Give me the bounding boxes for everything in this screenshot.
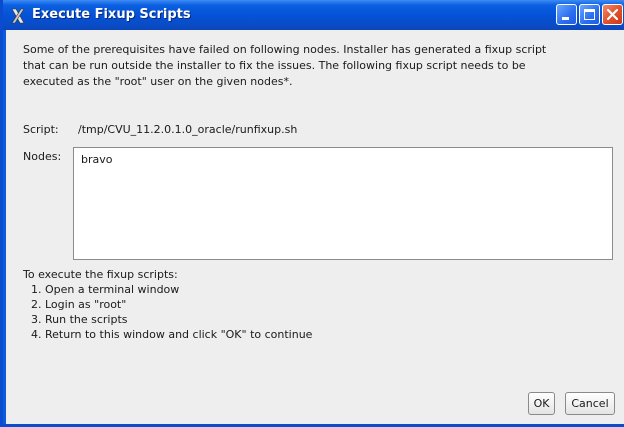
instructions-heading: To execute the fixup scripts: [23,268,178,281]
instructions: To execute the fixup scripts: 1. Open a … [23,267,312,342]
execute-fixup-scripts-window: Execute Fixup Scripts Some of the prereq… [0,0,624,427]
close-button[interactable] [602,4,623,25]
close-icon [606,8,619,21]
script-label: Script: [23,123,59,136]
window-title: Execute Fixup Scripts [32,7,191,22]
nodes-list[interactable]: bravo [73,147,613,260]
instruction-step: 1. Open a terminal window [31,283,180,296]
minimize-icon [562,17,569,20]
maximize-button[interactable] [579,4,600,25]
description-line: Some of the prerequisites have failed on… [23,43,547,56]
description-text: Some of the prerequisites have failed on… [23,42,603,90]
instruction-step: 4. Return to this window and click "OK" … [31,328,313,341]
description-line: that can be run outside the installer to… [23,59,526,72]
instruction-step: 3. Run the scripts [31,313,128,326]
instruction-step: 2. Login as "root" [31,298,127,311]
minimize-button[interactable] [556,4,577,25]
x-logo-icon [11,8,25,24]
title-bar[interactable]: Execute Fixup Scripts [3,0,624,30]
description-line: executed as the "root" user on the given… [23,75,293,88]
maximize-icon [584,9,595,20]
node-item[interactable]: bravo [81,153,113,166]
dialog-content: Some of the prerequisites have failed on… [6,30,624,424]
ok-button[interactable]: OK [528,392,555,415]
cancel-button[interactable]: Cancel [565,392,615,415]
script-path: /tmp/CVU_11.2.0.1.0_oracle/runfixup.sh [78,123,298,136]
nodes-label: Nodes: [23,150,62,163]
